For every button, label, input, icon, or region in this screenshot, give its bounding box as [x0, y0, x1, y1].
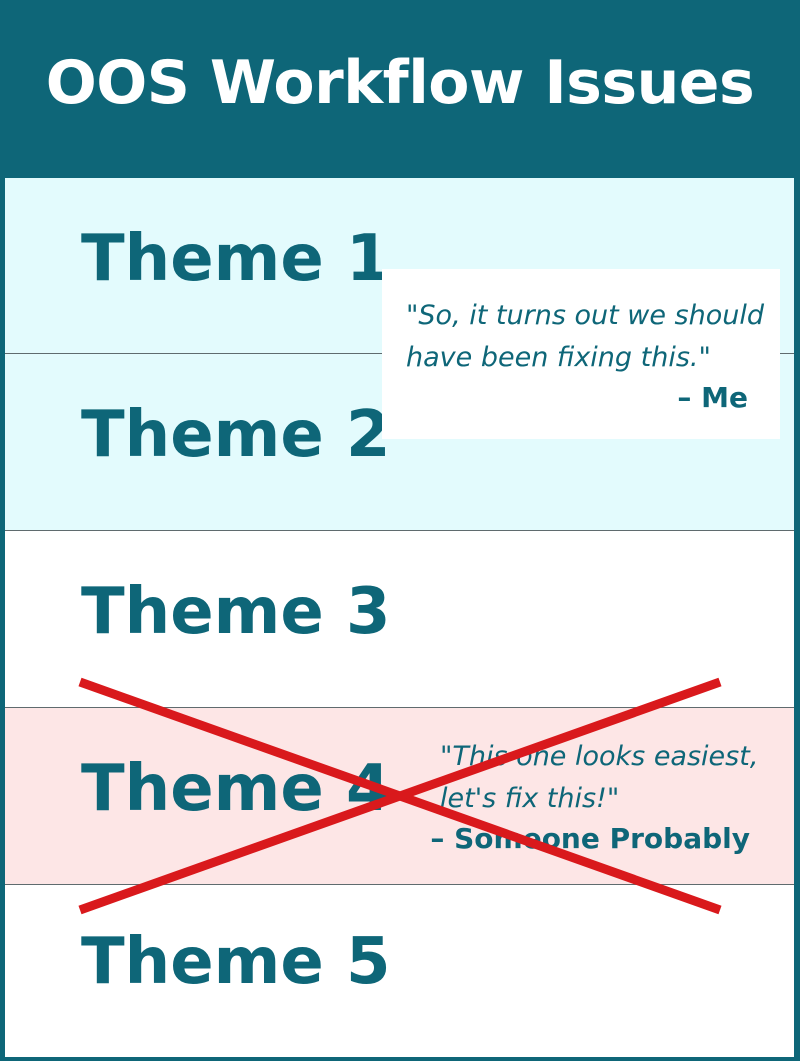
quote-someone-line-2: let's fix this!" — [440, 783, 620, 814]
theme-4-label: Theme 4 — [81, 752, 391, 826]
quote-callout-someone: "This one looks easiest, let's fix this!… — [430, 736, 760, 866]
page-title: OOS Workflow Issues — [45, 48, 755, 118]
quote-callout-me: "So, it turns out we should have been fi… — [382, 269, 780, 439]
quote-me-line-2: have been fixing this." — [406, 342, 711, 373]
quote-me-line-1: "So, it turns out we should — [406, 300, 765, 331]
theme-row-3: Theme 3 — [5, 531, 794, 708]
theme-row-5: Theme 5 — [5, 885, 794, 1057]
theme-5-label: Theme 5 — [81, 925, 391, 999]
theme-3-label: Theme 3 — [81, 575, 391, 649]
header-banner: OOS Workflow Issues — [0, 0, 800, 178]
theme-2-label: Theme 2 — [81, 398, 391, 472]
quote-someone-attribution: – Someone Probably — [430, 822, 750, 855]
quote-me-attribution: – Me — [677, 381, 748, 414]
quote-someone-line-1: "This one looks easiest, — [440, 741, 759, 772]
theme-1-label: Theme 1 — [81, 222, 391, 296]
